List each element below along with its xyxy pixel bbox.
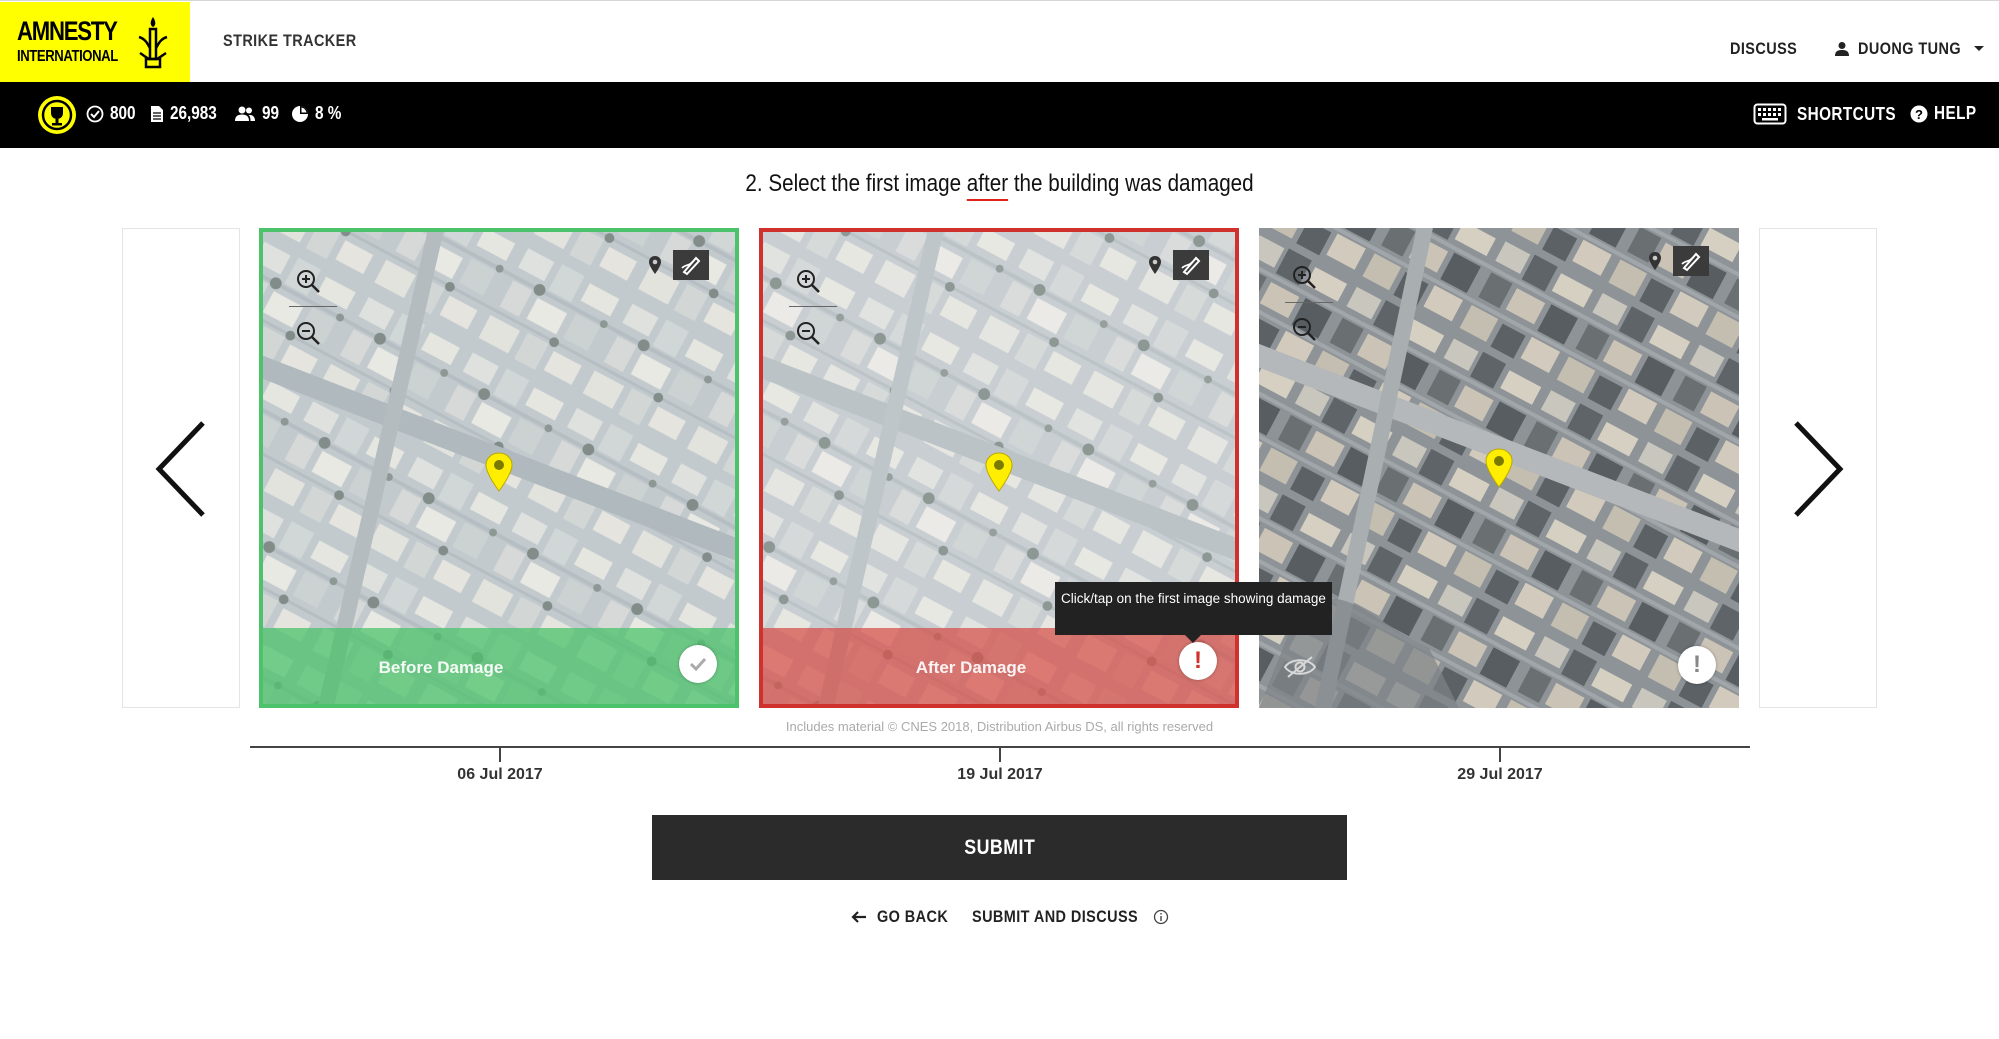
amnesty-logo[interactable]: AMNESTY INTERNATIONAL <box>0 2 190 83</box>
trophy-icon[interactable] <box>38 96 76 134</box>
help-button[interactable]: ? HELP <box>1910 103 1984 124</box>
timeline-tick <box>1499 748 1501 762</box>
zoom-controls <box>1279 254 1335 348</box>
tile-tools <box>1143 250 1209 280</box>
target-marker-icon <box>1485 448 1513 488</box>
image-tile-after[interactable]: After Damage ! <box>759 228 1239 708</box>
document-icon <box>151 105 163 122</box>
go-back-link[interactable]: GO BACK <box>851 907 961 927</box>
location-pin-icon[interactable] <box>643 250 667 280</box>
pie-chart-icon <box>292 105 308 122</box>
app-title[interactable]: STRIKE TRACKER <box>223 31 357 51</box>
question-suffix: the building was damaged <box>1008 170 1254 197</box>
copyright-notice: Includes material © CNES 2018, Distribut… <box>785 719 1214 734</box>
hidden-eye-icon[interactable] <box>1283 655 1317 679</box>
next-images-button[interactable] <box>1759 228 1877 708</box>
users-count: 99 <box>262 103 280 123</box>
candle-icon <box>138 17 168 69</box>
check-icon <box>679 645 717 683</box>
draw-tool-icon[interactable] <box>1673 246 1709 276</box>
submit-button[interactable]: SUBMIT <box>652 815 1347 880</box>
chevron-down-icon <box>1974 46 1985 51</box>
zoom-in-icon[interactable] <box>1291 264 1317 290</box>
draw-tool-icon[interactable] <box>1173 250 1209 280</box>
discuss-link[interactable]: DISCUSS <box>1730 39 1797 59</box>
progress-value: 8 % <box>315 103 342 123</box>
user-icon <box>1835 42 1849 56</box>
zoom-in-icon[interactable] <box>295 268 321 294</box>
submit-label: SUBMIT <box>964 835 1035 859</box>
users-stat: 99 <box>234 103 282 124</box>
logo-line2: INTERNATIONAL <box>17 48 118 65</box>
tile-tools <box>1643 246 1709 276</box>
users-icon <box>235 106 255 121</box>
help-label: HELP <box>1934 103 1977 123</box>
progress-stat: 8 % <box>291 103 346 124</box>
exclamation-icon: ! <box>1179 642 1217 680</box>
info-icon <box>1154 909 1169 925</box>
question-highlight: after <box>966 170 1009 197</box>
zoom-out-icon[interactable] <box>1291 316 1317 342</box>
completed-stat: 800 <box>86 103 140 124</box>
keyboard-icon <box>1753 103 1787 125</box>
submit-and-discuss-link[interactable]: SUBMIT AND DISCUSS <box>972 907 1169 927</box>
tile-date: 29 Jul 2017 <box>1457 766 1543 783</box>
submit-and-discuss-label: SUBMIT AND DISCUSS <box>972 907 1139 926</box>
check-circle-icon <box>86 105 104 122</box>
target-marker-icon <box>985 452 1013 492</box>
images-count: 26,983 <box>170 103 217 123</box>
location-pin-icon[interactable] <box>1643 246 1667 276</box>
image-tile-before[interactable]: Before Damage <box>259 228 739 708</box>
stats-bar: 800 26,983 99 8 % SHORTCUTS ? HELP <box>0 82 1999 148</box>
tile-date: 06 Jul 2017 <box>457 766 543 783</box>
zoom-controls <box>783 258 839 352</box>
chevron-left-icon <box>155 421 205 517</box>
location-pin-icon[interactable] <box>1143 250 1167 280</box>
help-icon: ? <box>1910 105 1928 122</box>
timeline-tick <box>499 748 501 762</box>
logo-line1: AMNESTY <box>17 16 118 46</box>
tooltip: Click/tap on the first image showing dam… <box>1055 582 1332 643</box>
previous-images-button[interactable] <box>122 228 240 708</box>
chevron-right-icon <box>1794 421 1844 517</box>
user-name: DUONG TUNG <box>1858 39 1961 58</box>
after-damage-label: After Damage <box>915 658 1027 677</box>
zoom-in-icon[interactable] <box>795 268 821 294</box>
exclamation-icon: ! <box>1678 646 1716 684</box>
svg-text:?: ? <box>1915 107 1923 122</box>
question-heading: 2. Select the first image after the buil… <box>0 170 1999 198</box>
tile-date: 19 Jul 2017 <box>957 766 1043 783</box>
after-damage-band: After Damage ! <box>763 628 1235 704</box>
top-header: AMNESTY INTERNATIONAL STRIKE TRACKER DIS… <box>0 0 1999 83</box>
target-marker-icon <box>485 452 513 492</box>
completed-count: 800 <box>110 103 136 123</box>
user-menu[interactable]: DUONG TUNG <box>1834 39 1985 59</box>
timeline-tick <box>999 748 1001 762</box>
question-prefix: 2. Select the first image <box>745 170 967 197</box>
shortcuts-button[interactable]: SHORTCUTS <box>1753 103 1914 125</box>
zoom-out-icon[interactable] <box>295 320 321 346</box>
zoom-controls <box>283 258 339 352</box>
image-tile-latest[interactable]: ! <box>1259 228 1739 708</box>
tile-tools <box>643 250 709 280</box>
before-damage-label: Before Damage <box>378 658 504 677</box>
before-damage-band: Before Damage <box>263 628 735 704</box>
zoom-out-icon[interactable] <box>795 320 821 346</box>
arrow-left-icon <box>851 911 866 923</box>
shortcuts-label: SHORTCUTS <box>1797 103 1897 124</box>
images-stat: 26,983 <box>150 103 225 124</box>
go-back-label: GO BACK <box>877 907 949 926</box>
draw-tool-icon[interactable] <box>673 250 709 280</box>
